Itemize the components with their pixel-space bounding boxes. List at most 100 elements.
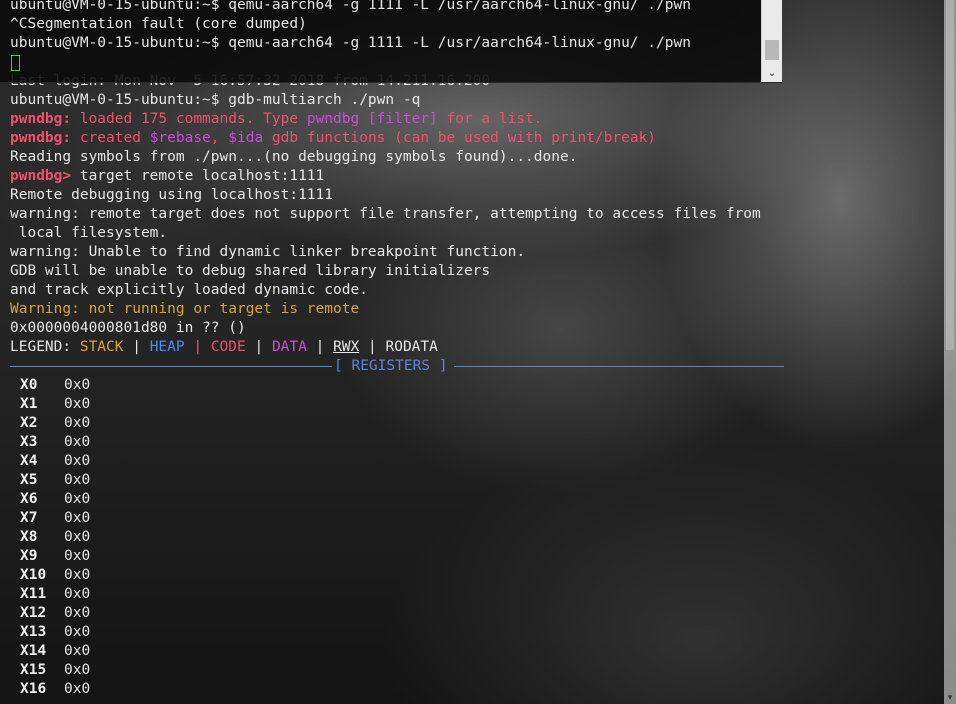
register-row: X15 0x0	[10, 661, 90, 680]
register-value: 0x0	[64, 510, 91, 526]
created-sep: ,	[210, 130, 229, 146]
register-value: 0x0	[64, 415, 91, 431]
register-row: X5 0x0	[10, 471, 90, 490]
legend-stack: STACK	[79, 339, 124, 355]
register-name: X14	[20, 643, 47, 659]
register-name: X3	[20, 434, 38, 450]
register-row: X14 0x0	[10, 642, 90, 661]
terminal-cursor	[11, 55, 20, 71]
register-name: X0	[20, 377, 38, 393]
created-tail: gdb functions (can be used with print/br…	[263, 130, 657, 146]
register-row: X10 0x0	[10, 566, 90, 585]
legend-rwx: RWX	[333, 339, 360, 355]
gdb-command-line: ubuntu@VM-0-15-ubuntu:~$ gdb-multiarch .…	[10, 92, 421, 108]
overlay-scroll-thumb[interactable]	[765, 40, 779, 60]
pwndbg-word: pwndbg	[306, 111, 360, 127]
filter-word: [filter]	[359, 111, 438, 127]
prompt-command: target remote localhost:1111	[71, 168, 325, 184]
qemu-command-line-1: ubuntu@VM-0-15-ubuntu:~$ qemu-aarch64 -g…	[10, 0, 691, 13]
pwndbg-prompt: pwndbg>	[10, 168, 72, 184]
register-name: X11	[20, 586, 47, 602]
register-name: X10	[20, 567, 47, 583]
register-name: X13	[20, 624, 47, 640]
warning-line-1a: warning: remote target does not support …	[10, 206, 761, 222]
register-value: 0x0	[64, 396, 91, 412]
qemu-command-line-2: ubuntu@VM-0-15-ubuntu:~$ qemu-aarch64 -g…	[10, 35, 691, 51]
register-value: 0x0	[64, 434, 91, 450]
register-row: X8 0x0	[10, 528, 90, 547]
register-value: 0x0	[64, 586, 91, 602]
divider-rule-left	[10, 366, 332, 367]
remote-line: Remote debugging using localhost:1111	[10, 187, 334, 203]
register-value: 0x0	[64, 662, 91, 678]
chevron-down-icon[interactable]: ⌄	[762, 66, 782, 80]
register-row: X6 0x0	[10, 490, 90, 509]
main-scroll-thumb[interactable]	[946, 0, 954, 350]
rebase-word: $rebase	[149, 130, 211, 146]
created-text: created	[71, 130, 150, 146]
register-value: 0x0	[64, 605, 91, 621]
register-value: 0x0	[64, 624, 91, 640]
legend-code: CODE	[210, 339, 246, 355]
registers-title: [ REGISTERS ]	[334, 358, 448, 374]
register-row: X7 0x0	[10, 509, 90, 528]
register-row: X4 0x0	[10, 452, 90, 471]
divider-rule-right	[454, 366, 784, 367]
register-name: X15	[20, 662, 47, 678]
warning-line-2: warning: Unable to find dynamic linker b…	[10, 244, 526, 260]
register-value: 0x0	[64, 529, 91, 545]
warning-line-3: GDB will be unable to debug shared libra…	[10, 263, 491, 279]
register-name: X7	[20, 510, 38, 526]
register-name: X16	[20, 681, 47, 697]
warning-line-1b: local filesystem.	[10, 225, 168, 241]
warning-line-5: Warning: not running or target is remote	[10, 301, 360, 317]
register-row: X2 0x0	[10, 414, 90, 433]
register-name: X6	[20, 491, 38, 507]
register-name: X12	[20, 605, 47, 621]
legend-line: LEGEND: STACK | HEAP | CODE | DATA | RWX…	[10, 338, 438, 357]
register-row: X1 0x0	[10, 395, 90, 414]
overlay-scrollbar[interactable]: ⌄	[761, 0, 782, 82]
register-value: 0x0	[64, 472, 91, 488]
ida-word: $ida	[228, 130, 264, 146]
register-name: X8	[20, 529, 38, 545]
legend-sep: |	[184, 339, 211, 355]
legend-heap: HEAP	[149, 339, 185, 355]
legend-sep: |	[245, 339, 272, 355]
pwndbg-prompt-line: pwndbg> target remote localhost:1111	[10, 167, 324, 186]
legend-data: DATA	[271, 339, 307, 355]
register-name: X9	[20, 548, 38, 564]
pwndbg-label: pwndbg:	[10, 130, 72, 146]
register-row: X3 0x0	[10, 433, 90, 452]
legend-sep: |	[359, 339, 386, 355]
register-value: 0x0	[64, 491, 91, 507]
loaded-tail: for a list.	[437, 111, 543, 127]
warning-line-4: and track explicitly loaded dynamic code…	[10, 282, 368, 298]
address-line: 0x0000004000801d80 in ?? ()	[10, 320, 246, 336]
register-value: 0x0	[64, 453, 91, 469]
qemu-terminal-window[interactable]: ubuntu@VM-0-15-ubuntu:~$ qemu-aarch64 -g…	[0, 0, 782, 83]
register-name: X1	[20, 396, 38, 412]
register-name: X4	[20, 453, 38, 469]
pwndbg-label: pwndbg:	[10, 111, 72, 127]
register-name: X2	[20, 415, 38, 431]
register-value: 0x0	[64, 643, 91, 659]
legend-sep: |	[306, 339, 334, 355]
legend-sep: |	[123, 339, 150, 355]
legend-label: LEGEND:	[10, 339, 80, 355]
registers-divider: [ REGISTERS ]	[10, 357, 784, 376]
register-row: X13 0x0	[10, 623, 90, 642]
legend-rodata: RODATA	[385, 339, 438, 355]
register-row: X12 0x0	[10, 604, 90, 623]
register-value: 0x0	[64, 377, 91, 393]
register-value: 0x0	[64, 548, 91, 564]
pwndbg-loaded-line: pwndbg: loaded 175 commands. Type pwndbg…	[10, 110, 543, 129]
main-scrollbar[interactable]: ▾	[944, 0, 956, 704]
loaded-text: loaded 175 commands. Type	[71, 111, 307, 127]
register-row: X11 0x0	[10, 585, 90, 604]
register-value: 0x0	[64, 681, 91, 697]
register-name: X5	[20, 472, 38, 488]
reading-symbols-line: Reading symbols from ./pwn...(no debuggi…	[10, 149, 578, 165]
register-row: X0 0x0	[10, 376, 90, 395]
scroll-down-arrow-icon[interactable]: ▾	[944, 692, 956, 704]
